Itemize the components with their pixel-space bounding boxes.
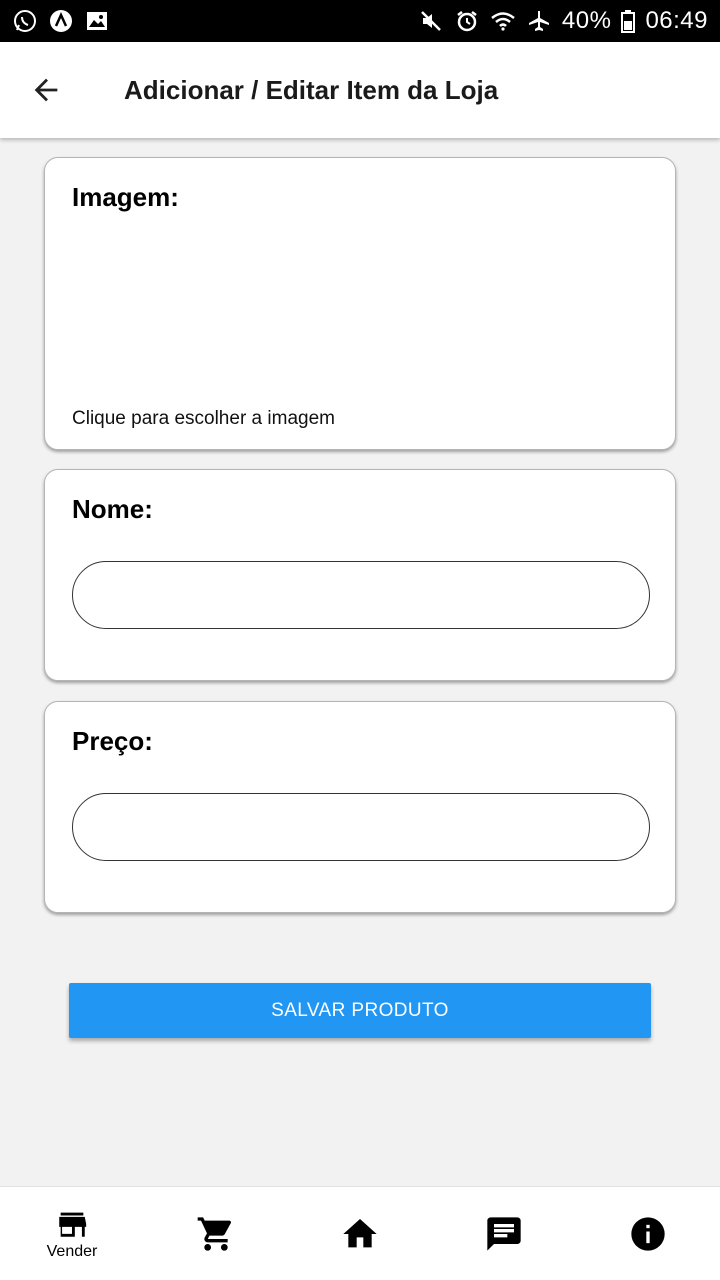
- airplane-icon: [526, 8, 552, 34]
- wifi-icon: [490, 8, 516, 34]
- store-icon: [59, 1212, 87, 1237]
- clock: 06:49: [645, 7, 708, 34]
- nav-item-sell[interactable]: Vender: [0, 1187, 144, 1280]
- image-picker-card[interactable]: Imagem: Clique para escolher a imagem: [44, 157, 676, 450]
- status-right: 40% 06:49: [418, 7, 708, 35]
- home-icon: [343, 1218, 377, 1247]
- chat-icon: [487, 1216, 521, 1251]
- status-bar: 40% 06:49: [0, 0, 720, 42]
- page-title: Adicionar / Editar Item da Loja: [124, 74, 499, 105]
- price-card: Preço:: [44, 701, 676, 913]
- price-input[interactable]: [72, 793, 650, 861]
- alarm-icon: [454, 8, 480, 34]
- name-input[interactable]: [72, 561, 650, 629]
- battery-icon: [621, 8, 636, 34]
- save-product-button[interactable]: SALVAR PRODUTO: [69, 983, 651, 1038]
- status-left: [12, 8, 110, 34]
- nav-item-cart[interactable]: [144, 1187, 288, 1280]
- image-label: Imagem:: [72, 182, 179, 212]
- nav-item-info[interactable]: [576, 1187, 720, 1280]
- battery-percentage: 40%: [561, 7, 612, 34]
- gallery-icon: [84, 8, 110, 34]
- name-card: Nome:: [44, 469, 676, 681]
- info-icon: [631, 1216, 665, 1251]
- notification-a-icon: [48, 8, 74, 34]
- mute-icon: [418, 8, 444, 34]
- nav-item-chat[interactable]: [432, 1187, 576, 1280]
- bottom-nav: Vender: [0, 1186, 720, 1280]
- back-button[interactable]: [16, 60, 76, 120]
- whatsapp-icon: [12, 8, 38, 34]
- arrow-left-icon: [34, 78, 58, 102]
- name-label: Nome:: [72, 494, 153, 524]
- image-picker-hint[interactable]: Clique para escolher a imagem: [72, 408, 335, 430]
- app-bar: Adicionar / Editar Item da Loja: [0, 42, 720, 138]
- price-label: Preço:: [72, 726, 153, 756]
- nav-item-home[interactable]: [288, 1187, 432, 1280]
- cart-icon: [197, 1216, 232, 1251]
- nav-label-sell: Vender: [46, 1242, 98, 1260]
